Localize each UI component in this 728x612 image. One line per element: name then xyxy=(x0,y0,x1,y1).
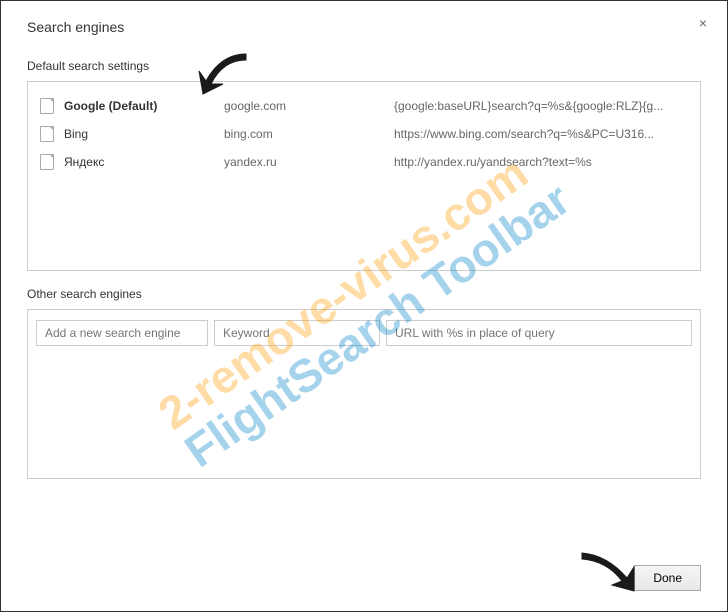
engine-name: Яндекс xyxy=(64,155,214,169)
default-engines-list: Google (Default) google.com {google:base… xyxy=(27,81,701,271)
new-engine-name-input[interactable] xyxy=(36,320,208,346)
engine-name: Bing xyxy=(64,127,214,141)
default-section-header: Default search settings xyxy=(27,59,701,73)
engine-row[interactable]: Яндекс yandex.ru http://yandex.ru/yandse… xyxy=(36,148,692,176)
add-engine-row xyxy=(36,320,692,346)
search-engines-dialog: × Search engines Default search settings… xyxy=(1,1,727,611)
engine-row[interactable]: Google (Default) google.com {google:base… xyxy=(36,92,692,120)
page-icon xyxy=(40,154,54,170)
engine-url: {google:baseURL}search?q=%s&{google:RLZ}… xyxy=(394,99,688,113)
other-engines-box xyxy=(27,309,701,479)
engine-row[interactable]: Bing bing.com https://www.bing.com/searc… xyxy=(36,120,692,148)
new-engine-url-input[interactable] xyxy=(386,320,692,346)
engine-keyword: google.com xyxy=(224,99,384,113)
page-icon xyxy=(40,126,54,142)
engine-keyword: bing.com xyxy=(224,127,384,141)
dialog-title: Search engines xyxy=(27,19,701,35)
engine-url: https://www.bing.com/search?q=%s&PC=U316… xyxy=(394,127,688,141)
new-engine-keyword-input[interactable] xyxy=(214,320,380,346)
close-icon: × xyxy=(699,15,707,31)
close-button[interactable]: × xyxy=(699,15,707,31)
engine-url: http://yandex.ru/yandsearch?text=%s xyxy=(394,155,688,169)
other-section-header: Other search engines xyxy=(27,287,701,301)
engine-keyword: yandex.ru xyxy=(224,155,384,169)
done-button[interactable]: Done xyxy=(634,565,701,591)
engine-name: Google (Default) xyxy=(64,99,214,113)
page-icon xyxy=(40,98,54,114)
